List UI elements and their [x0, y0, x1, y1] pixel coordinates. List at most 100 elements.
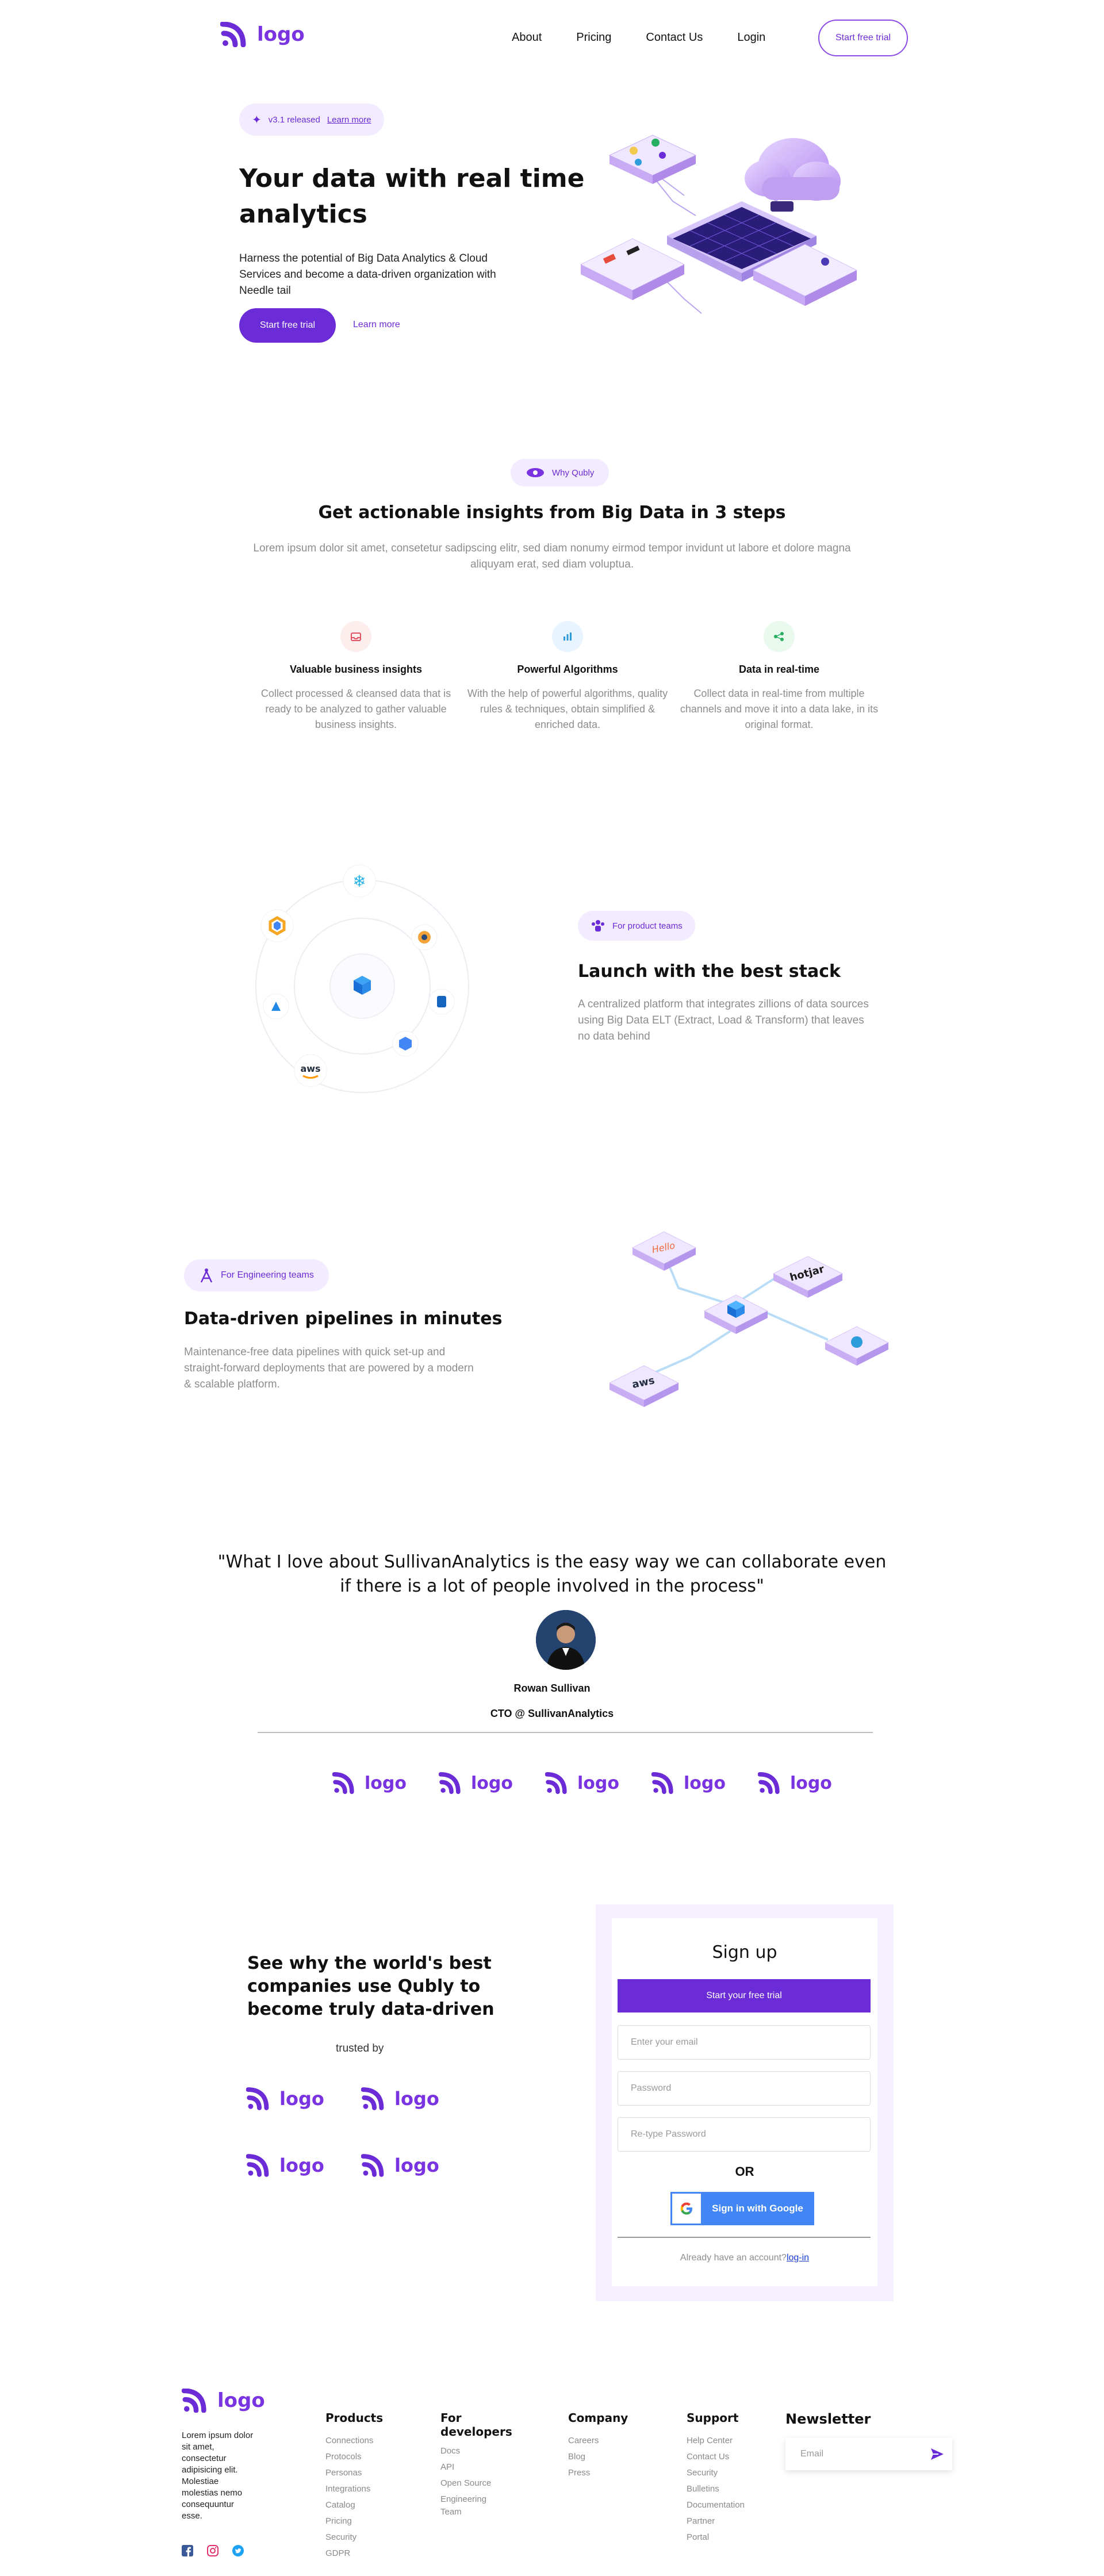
partner-logo: logo: [545, 1772, 619, 1794]
hotjar-tile: hotjar: [772, 1256, 844, 1298]
feature-text: Collect processed & cleansed data that i…: [260, 688, 451, 730]
feature-algorithms: Powerful Algorithms With the help of pow…: [467, 621, 668, 733]
stack-text: A centralized platform that integrates z…: [578, 998, 869, 1042]
feature-realtime: Data in real-time Collect data in real-t…: [678, 621, 880, 733]
partner-logo: logo: [757, 1772, 832, 1794]
trusted-logo: logo: [246, 2154, 361, 2177]
google-icon: [672, 2194, 701, 2224]
why-subtitle: Lorem ipsum dolor sit amet, consetetur s…: [253, 542, 851, 570]
partner-logo: logo: [651, 1772, 726, 1794]
header-logo[interactable]: logo: [220, 22, 305, 47]
footer-link[interactable]: Pricing: [325, 2513, 383, 2529]
product-teams-badge: For product teams: [578, 911, 695, 941]
footer-link[interactable]: Open Source: [440, 2475, 512, 2491]
send-icon[interactable]: [930, 2448, 944, 2460]
nav-contact[interactable]: Contact Us: [646, 31, 703, 44]
team-icon: [592, 920, 604, 931]
google-signin-button[interactable]: Sign in with Google: [670, 2192, 814, 2225]
email-field[interactable]: Enter your email: [618, 2025, 871, 2060]
footer-link[interactable]: Bulletins: [687, 2481, 745, 2497]
logo-icon: [246, 2087, 269, 2110]
signup-card: Sign up Start your free trial Enter your…: [612, 1918, 877, 2286]
footer-link[interactable]: Catalog: [325, 2497, 383, 2513]
footer-link[interactable]: Help Center: [687, 2433, 745, 2449]
nav-start-trial-button[interactable]: Start free trial: [818, 20, 908, 56]
footer-col-company: Company Careers Blog Press: [568, 2411, 628, 2481]
pipelines-illustration: Hello hotjar aws: [610, 1231, 890, 1407]
twitter-icon[interactable]: [232, 2545, 244, 2556]
trusted-logos-grid: logo logo logo logo: [246, 2087, 476, 2177]
footer-link[interactable]: Protocols: [325, 2449, 383, 2465]
footer-link[interactable]: Contact Us: [687, 2449, 745, 2465]
password-field[interactable]: Password: [618, 2071, 871, 2106]
partner-logos-row: logo logo logo logo logo: [332, 1772, 832, 1794]
footer-link[interactable]: Partner: [687, 2513, 745, 2529]
signup-title: Sign up: [712, 1942, 777, 1962]
snowflake-icon: ❄: [343, 864, 376, 898]
instagram-icon[interactable]: [207, 2545, 218, 2556]
aws-tile: aws: [610, 1365, 680, 1407]
release-learn-more-link[interactable]: Learn more: [327, 115, 371, 125]
footer-link[interactable]: Integrations: [325, 2481, 383, 2497]
nav-login[interactable]: Login: [737, 31, 765, 44]
newsletter-placeholder: Email: [800, 2449, 824, 2459]
footer-link[interactable]: Documentation: [687, 2497, 745, 2513]
footer-link[interactable]: Docs: [440, 2443, 512, 2459]
login-prompt: Already have an account?log-in: [680, 2253, 810, 2263]
cloud-shape: [745, 138, 841, 201]
logo-icon: [651, 1772, 673, 1794]
feature-title: Valuable business insights: [289, 664, 423, 675]
logo-icon: [361, 2087, 384, 2110]
footer-link[interactable]: Security: [687, 2465, 745, 2481]
footer-link[interactable]: Personas: [325, 2465, 383, 2481]
footer-link[interactable]: Portal: [687, 2529, 745, 2546]
feature-text: Collect data in real-time from multiple …: [680, 688, 879, 730]
nav-pricing[interactable]: Pricing: [576, 31, 611, 44]
stack-title: Launch with the best stack: [578, 961, 841, 982]
logo-icon: [332, 1772, 354, 1794]
why-badge: Why Qubly: [511, 459, 610, 486]
server-stack: [608, 135, 697, 184]
pipeline-icon: [411, 924, 438, 950]
footer-link[interactable]: Blog: [568, 2449, 628, 2465]
facebook-icon[interactable]: [182, 2545, 193, 2556]
trusted-subtitle: trusted by: [336, 2042, 384, 2054]
newsletter-title: Newsletter: [785, 2411, 871, 2427]
nav-about[interactable]: About: [512, 31, 542, 44]
newsletter-input[interactable]: Email: [785, 2438, 952, 2470]
compass-icon: [200, 1268, 213, 1283]
footer-link[interactable]: Security: [325, 2529, 383, 2546]
hero-learn-more-link[interactable]: Learn more: [353, 320, 400, 330]
sparkle-icon: ✦: [252, 113, 262, 126]
logo-icon: [361, 2154, 384, 2177]
trusted-logo: logo: [246, 2087, 361, 2110]
footer-link[interactable]: Careers: [568, 2433, 628, 2449]
hero-title: Your data with real time analytics: [239, 164, 585, 229]
or-divider-text: OR: [735, 2164, 754, 2179]
main-nav: About Pricing Contact Us Login: [512, 31, 788, 44]
chat-bubble-icon: [770, 201, 793, 212]
footer-link[interactable]: API: [440, 2459, 512, 2475]
why-title: Get actionable insights from Big Data in…: [318, 503, 786, 523]
card-divider: [618, 2237, 871, 2238]
footer-link[interactable]: Connections: [325, 2433, 383, 2449]
footer-logo[interactable]: logo: [182, 2389, 265, 2413]
logo-icon: [220, 22, 246, 47]
footer-link[interactable]: Team: [440, 2506, 512, 2518]
google-cloud-icon: [260, 909, 294, 942]
hello-tile: Hello: [631, 1231, 697, 1271]
avatar: [536, 1610, 596, 1670]
footer-link[interactable]: GDPR: [325, 2546, 383, 2562]
start-free-trial-button[interactable]: Start your free trial: [618, 1979, 871, 2012]
retype-password-field[interactable]: Re-type Password: [618, 2117, 871, 2152]
hero-description: Harness the potential of Big Data Analyt…: [239, 252, 496, 297]
release-badge[interactable]: ✦ v3.1 released Learn more: [239, 103, 384, 136]
testimonial-quote: "What I love about SullivanAnalytics is …: [217, 1552, 887, 1596]
login-link[interactable]: log-in: [787, 2253, 809, 2263]
database-icon: [428, 988, 455, 1015]
trusted-logo: logo: [361, 2154, 476, 2177]
hero-start-trial-button[interactable]: Start free trial: [239, 308, 336, 343]
testimonial-name: Rowan Sullivan: [513, 1682, 591, 1694]
footer-link[interactable]: Engineering: [440, 2491, 512, 2506]
footer-link[interactable]: Press: [568, 2465, 628, 2481]
